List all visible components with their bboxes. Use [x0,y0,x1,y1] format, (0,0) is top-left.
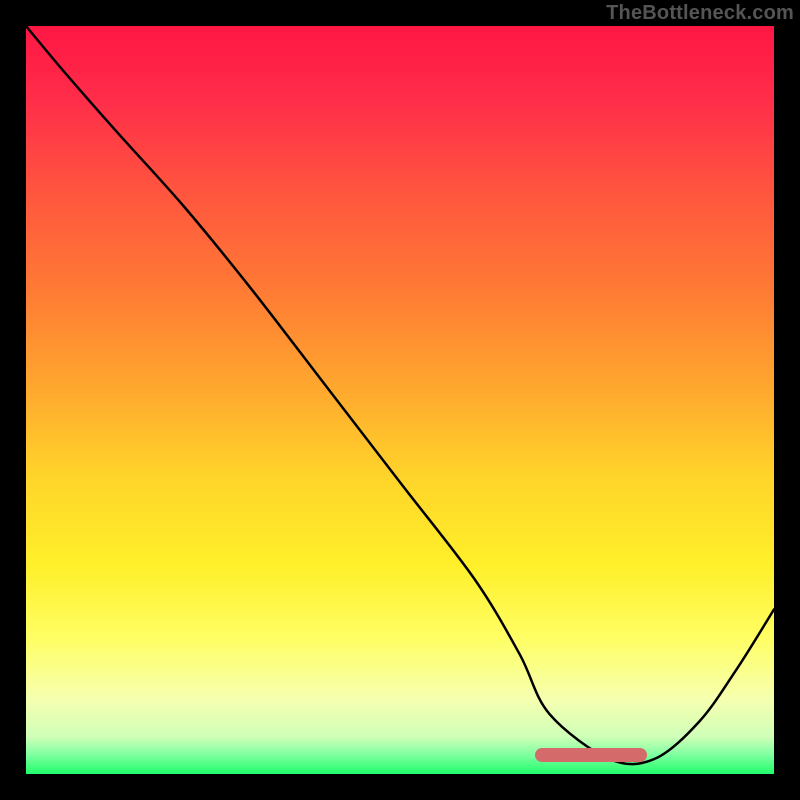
watermark-label: TheBottleneck.com [606,2,794,25]
background-gradient [26,26,774,774]
optimal-range-marker [535,748,647,762]
plot-area [26,26,774,774]
chart-stage: TheBottleneck.com [0,0,800,800]
